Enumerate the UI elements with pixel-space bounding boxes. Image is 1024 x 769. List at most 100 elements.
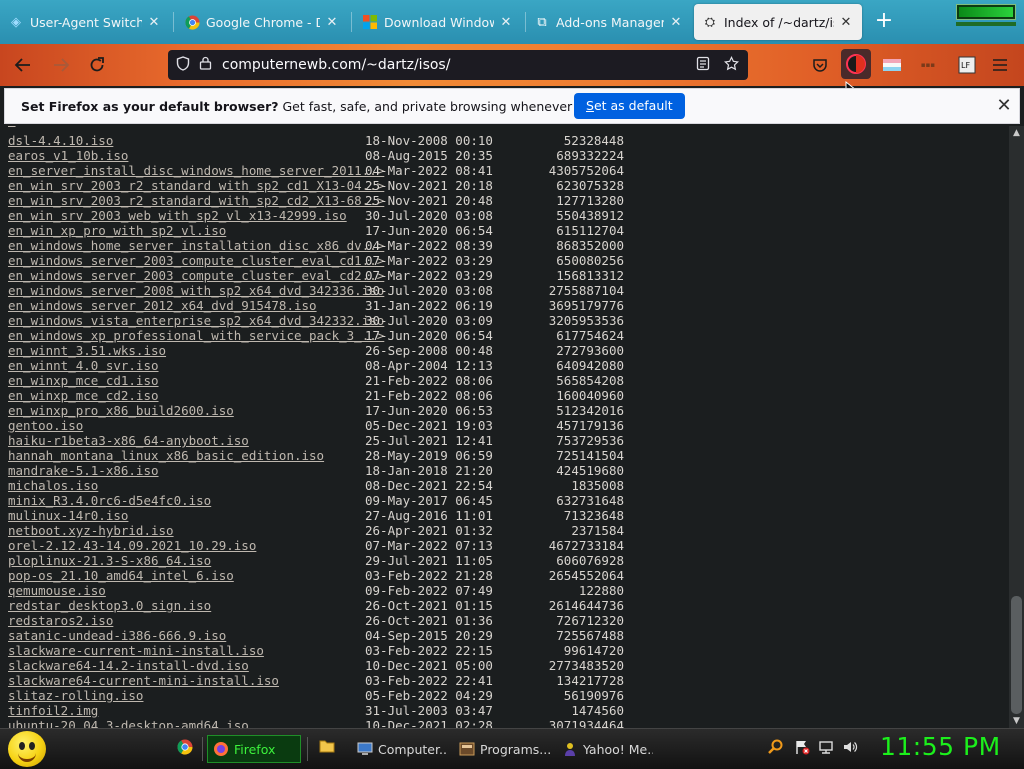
bookmark-star-icon[interactable]: [720, 55, 742, 75]
chrome-icon[interactable]: [176, 739, 194, 757]
file-link[interactable]: en_win_srv_2003_r2_standard_with_sp2_cd1…: [8, 178, 384, 193]
taskbar-item-yahoo-messenger[interactable]: Yahoo! Me...: [557, 735, 653, 763]
taskbar-item-programs[interactable]: Programs...: [454, 735, 552, 763]
tab-addons-manager[interactable]: ⧉ Add-ons Manager ✕: [526, 4, 692, 40]
pocket-icon[interactable]: [808, 53, 832, 77]
user-agent-extension-icon[interactable]: [880, 53, 904, 77]
file-link[interactable]: en_windows_server_2003_compute_cluster_e…: [8, 253, 384, 268]
scroll-down-arrow-icon[interactable]: ▼: [1009, 714, 1024, 728]
network-icon[interactable]: [817, 739, 835, 757]
lock-icon[interactable]: [194, 56, 216, 74]
forward-button[interactable]: [48, 53, 74, 77]
set-default-label: et as default: [593, 98, 673, 113]
file-link[interactable]: en_winxp_mce_cd2.iso: [8, 388, 159, 403]
close-icon[interactable]: ✕: [838, 15, 854, 30]
file-date: 07-Mar-2022 07:13: [365, 538, 493, 553]
reload-button[interactable]: [84, 53, 110, 77]
taskbar-item-firefox[interactable]: Firefox: [207, 735, 301, 763]
extension-darkreader-button[interactable]: [841, 49, 871, 79]
close-icon[interactable]: ✕: [498, 15, 514, 30]
file-link[interactable]: mulinux-14r0.iso: [8, 508, 128, 523]
file-link[interactable]: en_windows_xp_professional_with_service_…: [8, 328, 384, 343]
hamburger-menu-button[interactable]: [988, 53, 1012, 77]
start-button[interactable]: [8, 731, 46, 767]
shield-icon[interactable]: [172, 55, 194, 75]
file-link[interactable]: hannah_montana_linux_x86_basic_edition.i…: [8, 448, 324, 463]
file-size: 725567488: [556, 628, 624, 643]
file-link[interactable]: netboot.xyz-hybrid.iso: [8, 523, 174, 538]
file-link[interactable]: ubuntu-20.04.3-desktop-amd64.iso: [8, 718, 249, 728]
file-date: 30-Jul-2020 03:08: [365, 283, 493, 298]
file-link[interactable]: slackware64-current-mini-install.iso: [8, 673, 279, 688]
file-link[interactable]: michalos.iso: [8, 478, 98, 493]
file-row: hannah_montana_linux_x86_basic_edition.i…: [8, 448, 648, 463]
extension-small-icon[interactable]: ▪▪▪: [916, 53, 940, 77]
file-link[interactable]: qemumouse.iso: [8, 583, 106, 598]
file-link[interactable]: tinfoil2.img: [8, 703, 98, 718]
volume-icon[interactable]: [841, 739, 859, 757]
lf-extension-icon[interactable]: LF: [955, 53, 979, 77]
file-link[interactable]: en_winxp_mce_cd1.iso: [8, 373, 159, 388]
file-row: en_server_install_disc_windows_home_serv…: [8, 163, 648, 178]
close-icon[interactable]: ✕: [991, 93, 1017, 119]
scrollbar-thumb[interactable]: [1011, 596, 1022, 714]
taskbar-clock[interactable]: 11:55 PM: [880, 732, 1001, 761]
file-link[interactable]: satanic-undead-i386-666.9.iso: [8, 628, 226, 643]
file-link[interactable]: redstar_desktop3.0_sign.iso: [8, 598, 211, 613]
file-link[interactable]: minix_R3.4.0rc6-d5e4fc0.iso: [8, 493, 211, 508]
file-link[interactable]: en_win_srv_2003_web_with_sp2_vl_x13-4299…: [8, 208, 347, 223]
file-link[interactable]: slackware64-14.2-install-dvd.iso: [8, 658, 249, 673]
close-icon[interactable]: ✕: [668, 15, 684, 30]
set-as-default-button[interactable]: Set as default: [574, 93, 685, 119]
url-path: /~dartz/isos/: [361, 57, 451, 73]
file-link[interactable]: mandrake-5.1-x86.iso: [8, 463, 159, 478]
file-link[interactable]: en_windows_server_2012_x64_dvd_915478.is…: [8, 298, 317, 313]
file-link[interactable]: en_server_install_disc_windows_home_serv…: [8, 163, 384, 178]
tab-user-agent-switcher[interactable]: ◈ User-Agent Switcher ✕: [0, 4, 170, 40]
folder-icon[interactable]: [318, 739, 336, 757]
address-bar[interactable]: computernewb.com/~dartz/isos/: [168, 50, 748, 80]
file-size: 512342016: [556, 403, 624, 418]
file-link[interactable]: pop-os_21.10_amd64_intel_6.iso: [8, 568, 234, 583]
file-link[interactable]: en_windows_server_2008_with_sp2_x64_dvd_…: [8, 283, 384, 298]
taskbar-item-computer[interactable]: Computer...: [352, 735, 448, 763]
file-date: 25-Jul-2021 12:41: [365, 433, 493, 448]
file-link[interactable]: en_winnt_4.0_svr.iso: [8, 358, 159, 373]
file-link[interactable]: redstaros2.iso: [8, 613, 113, 628]
file-link[interactable]: dsl-4.4.10.iso: [8, 133, 113, 148]
file-link[interactable]: en_winnt_3.51.wks.iso: [8, 343, 166, 358]
file-link[interactable]: en_win_xp_pro_with_sp2_vl.iso: [8, 223, 226, 238]
search-icon[interactable]: [766, 739, 784, 757]
new-tab-button[interactable]: +: [872, 10, 896, 34]
file-size: 623075328: [556, 178, 624, 193]
file-link[interactable]: earos_v1_10b.iso: [8, 148, 128, 163]
file-link[interactable]: en_winxp_pro_x86_build2600.iso: [8, 403, 234, 418]
tab-title: User-Agent Switcher: [30, 14, 142, 30]
file-link[interactable]: en_windows_home_server_installation_disc…: [8, 238, 384, 253]
file-link[interactable]: gentoo.iso: [8, 418, 83, 433]
tab-google-chrome[interactable]: Google Chrome - Do ✕: [176, 4, 348, 40]
file-link[interactable]: haiku-r1beta3-x86_64-anyboot.iso: [8, 433, 249, 448]
file-link[interactable]: en_windows_vista_enterprise_sp2_x64_dvd_…: [8, 313, 384, 328]
scroll-up-arrow-icon[interactable]: ▲: [1009, 126, 1024, 140]
vertical-scrollbar[interactable]: ▲ ▼: [1009, 126, 1024, 728]
close-icon[interactable]: ✕: [146, 15, 162, 30]
close-icon[interactable]: ✕: [324, 15, 340, 30]
file-link[interactable]: slitaz-rolling.iso: [8, 688, 143, 703]
battery-meter: [956, 4, 1016, 20]
file-date: 09-May-2017 06:45: [365, 493, 493, 508]
action-center-flag-icon[interactable]: [793, 739, 811, 757]
forward-arrow-icon: [54, 58, 70, 72]
file-link[interactable]: en_win_srv_2003_r2_standard_with_sp2_cd2…: [8, 193, 384, 208]
file-link[interactable]: orel-2.12.43-14.09.2021_10.29.iso: [8, 538, 256, 553]
back-button[interactable]: [10, 53, 36, 77]
tab-download-windows[interactable]: Download Windows ✕: [354, 4, 522, 40]
url-text[interactable]: computernewb.com/~dartz/isos/: [216, 57, 692, 73]
file-link[interactable]: ploplinux-21.3-S-x86_64.iso: [8, 553, 211, 568]
file-size: 650080256: [556, 253, 624, 268]
file-link[interactable]: slackware-current-mini-install.iso: [8, 643, 264, 658]
tab-index-of-isos[interactable]: ⛭ Index of /~dartz/isos/ ✕: [694, 4, 862, 40]
reader-view-icon[interactable]: [692, 56, 714, 75]
file-link[interactable]: en_windows_server_2003_compute_cluster_e…: [8, 268, 384, 283]
firefox-icon: [212, 740, 230, 758]
